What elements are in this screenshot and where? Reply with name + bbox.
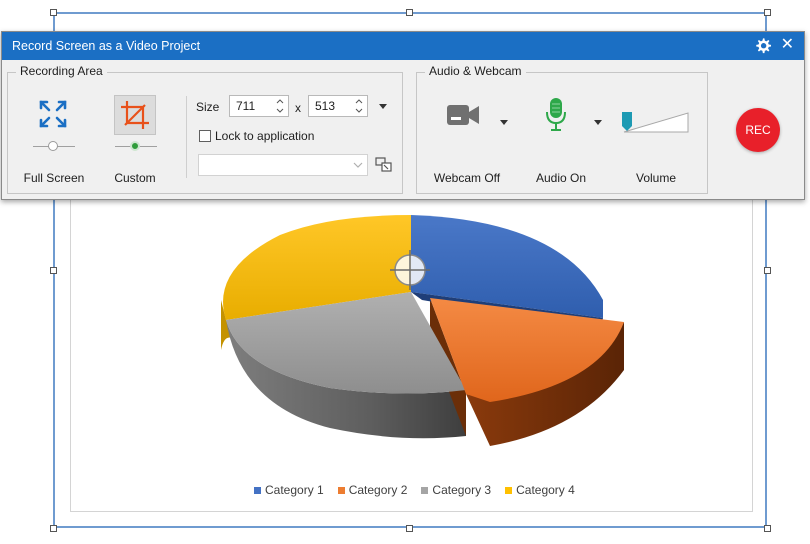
legend-item: Category 1: [254, 483, 324, 497]
legend-item: Category 2: [337, 483, 408, 497]
title-bar[interactable]: Record Screen as a Video Project ✕: [2, 32, 804, 60]
legend-label: Category 4: [516, 483, 575, 497]
legend-label: Category 2: [348, 483, 408, 497]
recording-area-title: Recording Area: [16, 64, 107, 78]
record-screen-toolbar: Record Screen as a Video Project ✕ Recor…: [1, 31, 805, 200]
webcam-icon[interactable]: [445, 102, 481, 128]
audio-label: Audio On: [535, 171, 587, 185]
full-screen-radio[interactable]: [48, 141, 58, 151]
webcam-dropdown-arrow-icon[interactable]: [499, 118, 509, 126]
webcam-label: Webcam Off: [433, 171, 501, 185]
audio-dropdown-arrow-icon[interactable]: [593, 118, 603, 126]
full-screen-icon[interactable]: [37, 98, 69, 130]
volume-slider[interactable]: [618, 110, 692, 134]
close-icon[interactable]: ✕: [781, 36, 794, 54]
legend-item: Category 3: [421, 483, 491, 497]
volume-slider-thumb: [622, 112, 632, 131]
custom-radio[interactable]: [130, 141, 140, 151]
width-value: 711: [236, 99, 256, 113]
window-title: Record Screen as a Video Project: [12, 39, 201, 53]
height-input[interactable]: 513: [308, 95, 368, 117]
height-spinner-arrows-icon[interactable]: [354, 97, 364, 115]
volume-label: Volume: [635, 171, 677, 185]
full-screen-label: Full Screen: [23, 171, 85, 185]
group-divider: [186, 96, 187, 178]
chevron-down-icon: [353, 162, 363, 168]
size-label: Size: [196, 100, 220, 114]
size-dropdown-arrow-icon[interactable]: [378, 102, 388, 110]
legend-label: Category 1: [265, 483, 324, 497]
times-label: x: [295, 101, 301, 115]
height-value: 513: [315, 99, 336, 113]
legend-label: Category 3: [432, 483, 492, 497]
audio-webcam-title: Audio & Webcam: [425, 64, 526, 78]
select-window-icon[interactable]: [375, 157, 392, 172]
chart-legend: Category 1 Category 2 Category 3 Categor…: [254, 483, 575, 497]
custom-label: Custom: [114, 171, 156, 185]
legend-item: Category 4: [505, 483, 575, 497]
lock-to-application-checkbox[interactable]: [199, 130, 211, 142]
record-button[interactable]: REC: [736, 108, 780, 152]
crop-icon: [121, 101, 149, 129]
width-spinner-arrows-icon[interactable]: [275, 97, 285, 115]
width-input[interactable]: 711: [229, 95, 289, 117]
record-button-label: REC: [745, 123, 771, 137]
microphone-icon[interactable]: [544, 96, 568, 134]
lock-to-application-label: Lock to application: [215, 129, 315, 143]
application-select[interactable]: [198, 154, 368, 176]
gear-icon[interactable]: [754, 37, 772, 55]
